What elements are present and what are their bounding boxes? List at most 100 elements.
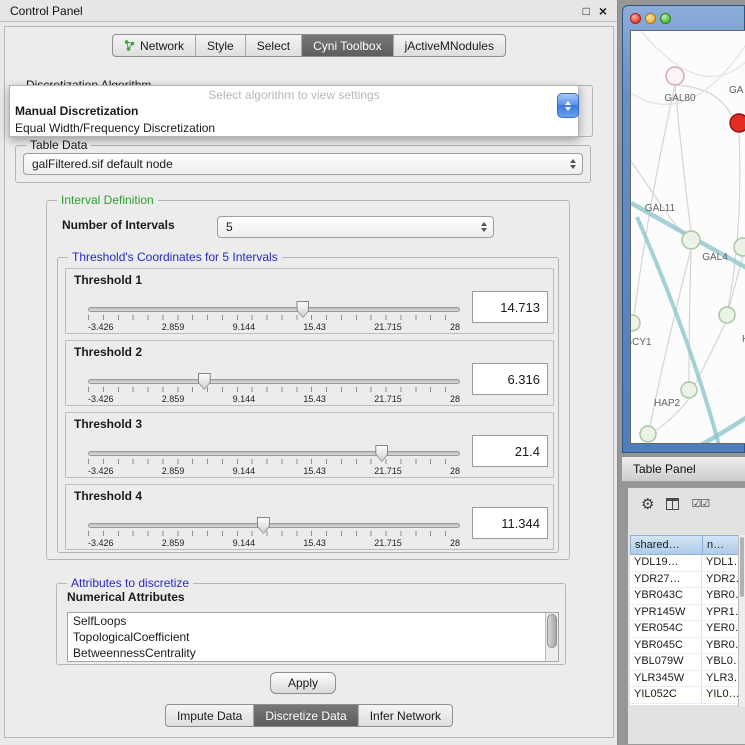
- float-window-icon[interactable]: □: [583, 5, 590, 17]
- dropdown-option-equal-width[interactable]: Equal Width/Frequency Discretization: [10, 120, 578, 137]
- columns-icon[interactable]: [666, 498, 679, 510]
- interval-definition-fieldset: Interval Definition Number of Intervals …: [46, 200, 570, 560]
- table-scrollbar[interactable]: [738, 535, 745, 707]
- slider-ticks: [88, 387, 460, 392]
- network-edge[interactable]: [641, 31, 745, 76]
- network-node[interactable]: [682, 231, 700, 249]
- slider-scale: -3.4262.8599.14415.4321.71528: [88, 394, 460, 404]
- tab-cyni-toolbox-label: Cyni Toolbox: [313, 39, 381, 53]
- threshold-value-field[interactable]: 11.344: [472, 507, 548, 539]
- dropdown-option-manual-discretization[interactable]: Manual Discretization: [10, 103, 578, 120]
- network-edge[interactable]: [634, 85, 675, 316]
- slider-track[interactable]: [88, 379, 460, 384]
- list-item[interactable]: TopologicalCoefficient: [68, 629, 558, 645]
- tab-discretize-data-label: Discretize Data: [265, 709, 346, 723]
- network-node[interactable]: [631, 315, 640, 331]
- threshold-value-field[interactable]: 21.4: [472, 435, 548, 467]
- network-node-label: GCY1: [631, 337, 652, 348]
- table-row[interactable]: YDR27…YDR2…: [630, 572, 739, 589]
- list-item[interactable]: BetweennessCentrality: [68, 645, 558, 661]
- threshold-slider[interactable]: -3.4262.8599.14415.4321.71528: [88, 307, 460, 332]
- network-canvas-svg[interactable]: GAL80GAGAL11GAL4GCY1HHAP2: [631, 31, 745, 444]
- network-node[interactable]: [640, 426, 656, 442]
- scale-label: 28: [450, 322, 460, 332]
- table-row[interactable]: YBR043CYBR0…: [630, 588, 739, 605]
- table-row[interactable]: YER054CYER0…: [630, 621, 739, 638]
- select-columns-icon[interactable]: ☑☑: [691, 499, 709, 510]
- table-cell: YER0…: [702, 621, 739, 637]
- apply-button[interactable]: Apply: [270, 672, 336, 694]
- zoom-traffic-icon[interactable]: [660, 13, 671, 24]
- scale-label: 9.144: [233, 394, 256, 404]
- list-item[interactable]: SelfLoops: [68, 613, 558, 629]
- algorithm-combobox-button[interactable]: [557, 93, 579, 118]
- table-cell: YDR2…: [702, 572, 739, 588]
- slider-ticks: [88, 459, 460, 464]
- network-node[interactable]: [734, 238, 745, 256]
- threshold-slider[interactable]: -3.4262.8599.14415.4321.71528: [88, 379, 460, 404]
- network-edge[interactable]: [689, 249, 691, 382]
- table-data-combobox[interactable]: galFiltered.sif default node: [23, 153, 583, 175]
- tab-cyni-toolbox[interactable]: Cyni Toolbox: [301, 35, 392, 56]
- tab-style[interactable]: Style: [195, 35, 245, 56]
- table-body: YDL19…YDL1…YDR27…YDR2…YBR043CYBR0…YPR145…: [630, 555, 739, 705]
- network-node[interactable]: [681, 382, 697, 398]
- close-traffic-icon[interactable]: [630, 13, 641, 24]
- table-panel-header[interactable]: Table Panel: [622, 456, 745, 482]
- table-cell: YLR345W: [630, 671, 702, 687]
- tab-impute-data[interactable]: Impute Data: [166, 705, 253, 726]
- tab-select[interactable]: Select: [245, 35, 301, 56]
- table-row[interactable]: YDL19…YDL1…: [630, 555, 739, 572]
- slider-track[interactable]: [88, 451, 460, 456]
- network-edge[interactable]: [728, 132, 740, 308]
- network-edge[interactable]: [675, 85, 691, 231]
- table-panel-window: ⚙ ☑☑ shared… n… YDL19…YDL1…YDR27…YDR2…YB…: [627, 487, 745, 745]
- scale-label: 28: [450, 538, 460, 548]
- numerical-attributes-list[interactable]: SelfLoopsTopologicalCoefficientBetweenne…: [67, 612, 559, 662]
- list-scrollbar[interactable]: [545, 613, 558, 661]
- tab-network[interactable]: Network: [113, 35, 195, 56]
- column-header-shared-name[interactable]: shared…: [630, 535, 703, 555]
- network-canvas[interactable]: GAL80GAGAL11GAL4GCY1HHAP2: [630, 30, 745, 444]
- close-window-icon[interactable]: ×: [599, 4, 607, 18]
- list-scrollbar-thumb[interactable]: [547, 614, 557, 648]
- dropdown-placeholder: Select algorithm to view settings: [10, 87, 578, 103]
- minimize-traffic-icon[interactable]: [645, 13, 656, 24]
- tab-infer-network[interactable]: Infer Network: [358, 705, 452, 726]
- table-cell: YER054C: [630, 621, 702, 637]
- tab-discretize-data[interactable]: Discretize Data: [253, 705, 357, 726]
- slider-scale: -3.4262.8599.14415.4321.71528: [88, 322, 460, 332]
- table-data-combobox-value: galFiltered.sif default node: [32, 157, 173, 171]
- attributes-fieldset: Attributes to discretize Numerical Attri…: [56, 583, 566, 665]
- gear-icon[interactable]: ⚙: [641, 497, 654, 512]
- tab-jactivemnodules[interactable]: jActiveMNodules: [393, 35, 505, 56]
- threshold-slider[interactable]: -3.4262.8599.14415.4321.71528: [88, 523, 460, 548]
- threshold-slider[interactable]: -3.4262.8599.14415.4321.71528: [88, 451, 460, 476]
- network-edge[interactable]: [701, 417, 745, 444]
- table-row[interactable]: YBL079WYBL0…: [630, 654, 739, 671]
- number-of-intervals-combobox[interactable]: 5: [217, 216, 494, 238]
- slider-track[interactable]: [88, 523, 460, 528]
- control-panel-titlebar: Control Panel □ ×: [0, 0, 617, 22]
- slider-track[interactable]: [88, 307, 460, 312]
- network-node[interactable]: [666, 67, 684, 85]
- table-row[interactable]: YBR045CYBR0…: [630, 638, 739, 655]
- network-node[interactable]: [719, 307, 735, 323]
- scale-label: 15.43: [303, 466, 326, 476]
- network-node[interactable]: [730, 114, 745, 132]
- column-header-name[interactable]: n…: [703, 535, 739, 555]
- tab-style-label: Style: [207, 39, 234, 53]
- scale-label: 9.144: [233, 466, 256, 476]
- threshold-box: Threshold 4 -3.4262.8599.14415.4321.7152…: [65, 484, 554, 550]
- tab-infer-network-label: Infer Network: [370, 709, 441, 723]
- threshold-value-field[interactable]: 14.713: [472, 291, 548, 323]
- threshold-label: Threshold 1: [74, 273, 142, 287]
- table-row[interactable]: YLR345WYLR3…: [630, 671, 739, 688]
- table-row[interactable]: YPR145WYPR1…: [630, 605, 739, 622]
- table-row[interactable]: YIL052CYIL0…: [630, 687, 739, 704]
- table-scrollbar-thumb[interactable]: [740, 537, 744, 597]
- number-of-intervals-label: Number of Intervals: [62, 218, 175, 232]
- table-cell: YPR145W: [630, 605, 702, 621]
- slider-ticks: [88, 315, 460, 320]
- threshold-value-field[interactable]: 6.316: [472, 363, 548, 395]
